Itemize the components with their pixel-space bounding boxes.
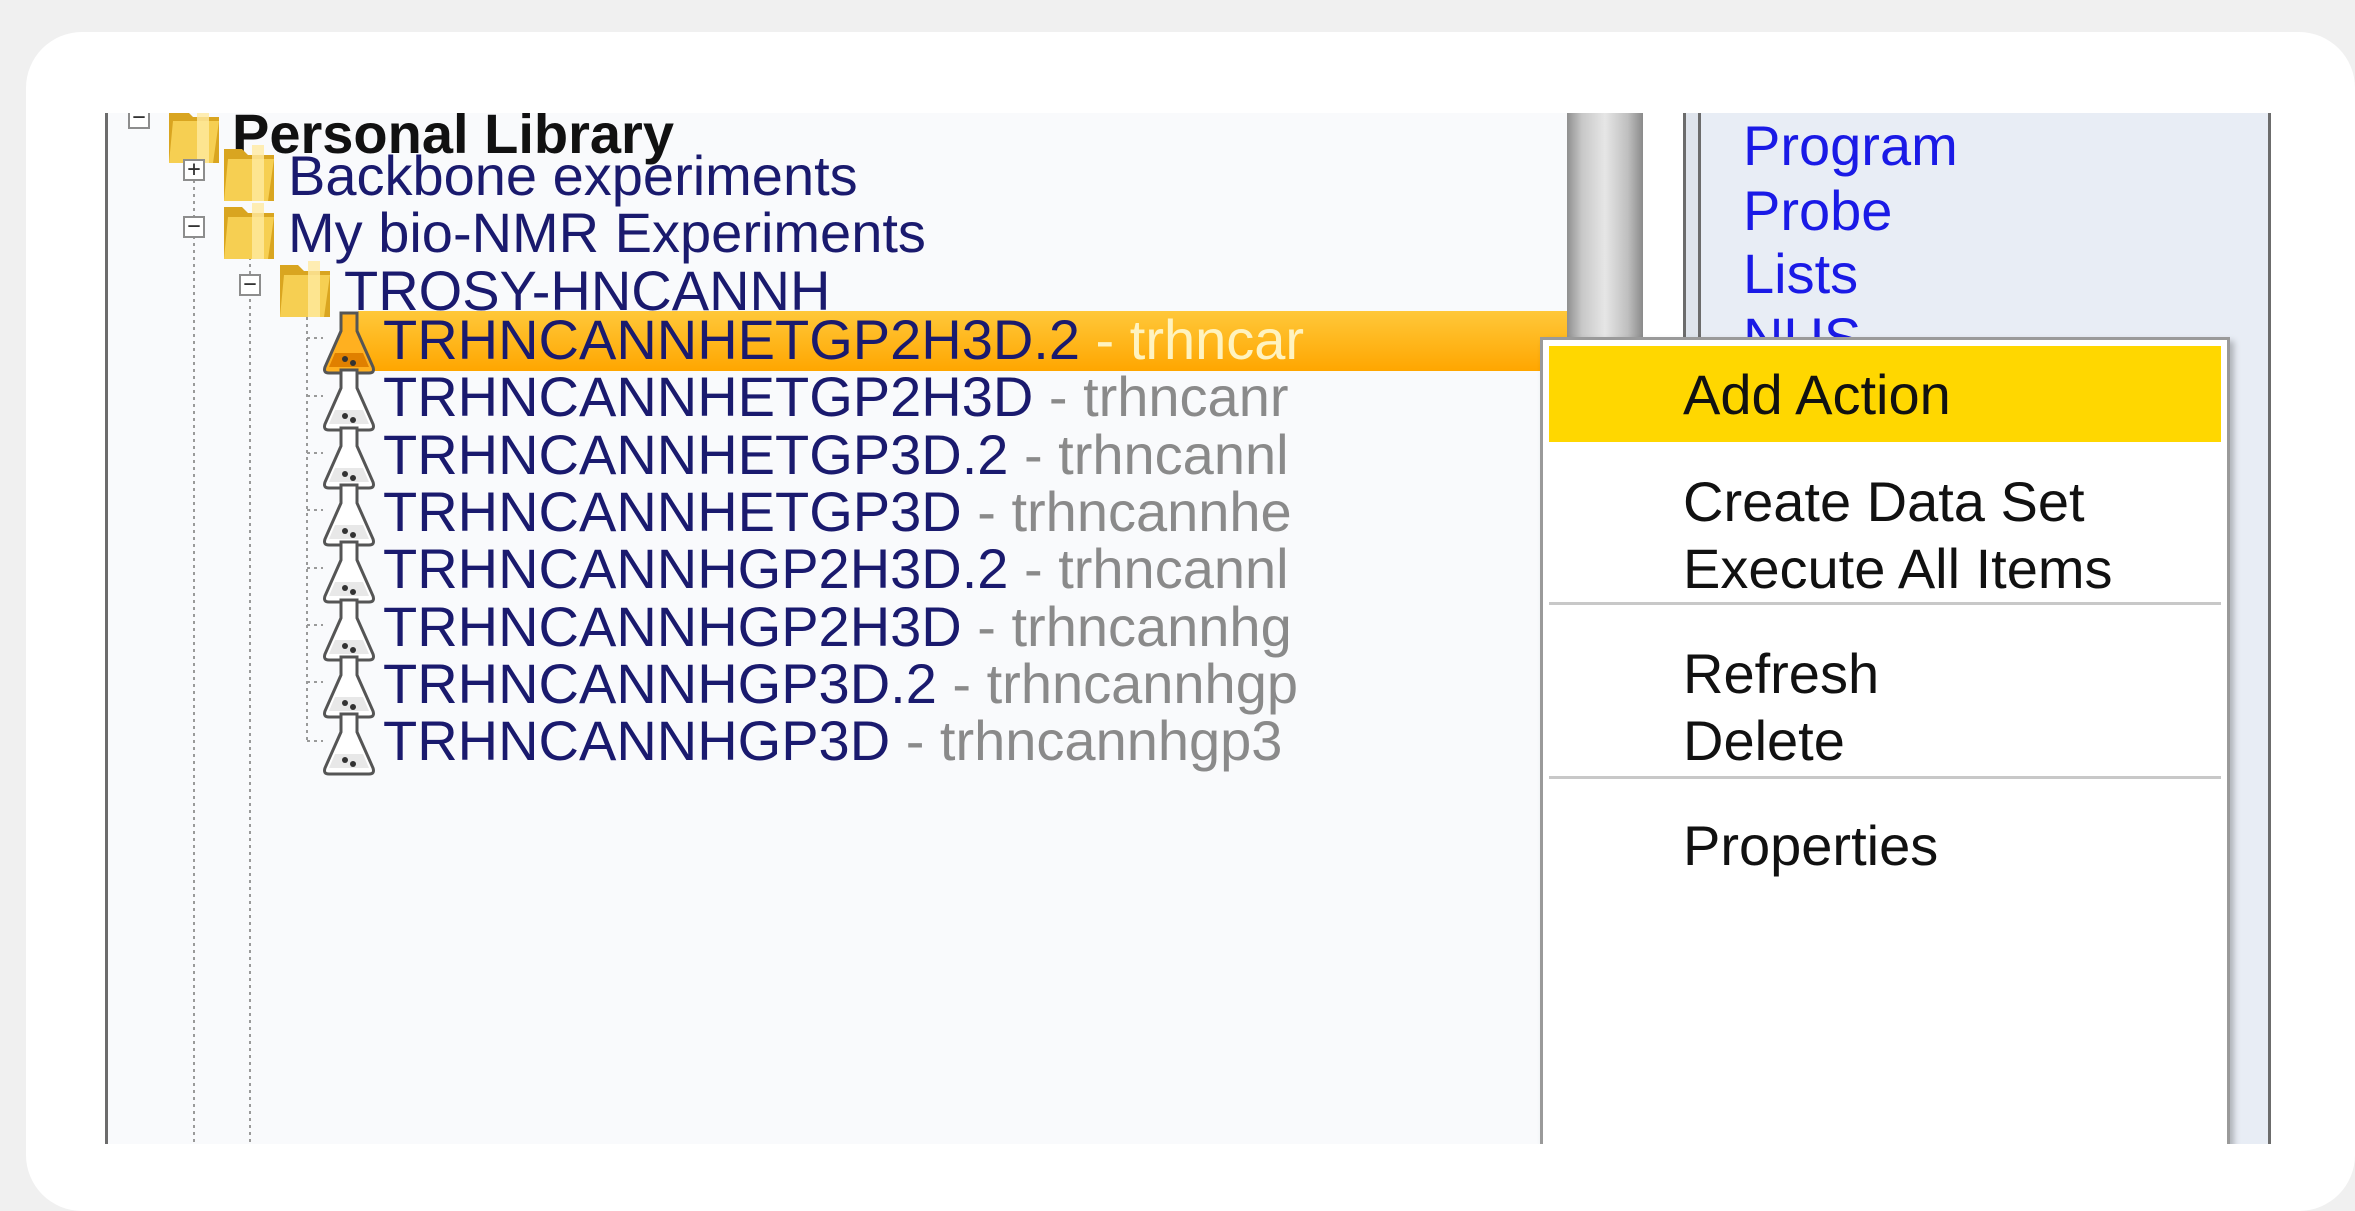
flask-icon (323, 712, 375, 776)
link-probe[interactable]: Probe (1743, 178, 1892, 243)
tree-experiment-item[interactable]: TRHNCANNHETGP3D - trhncannhe (383, 479, 1292, 544)
flask-icon (323, 540, 375, 604)
menu-item-properties[interactable]: Properties (1549, 797, 2221, 893)
tree-folder-backbone[interactable]: Backbone experiments (288, 143, 858, 208)
backbone-expand-toggle[interactable]: + (183, 159, 205, 181)
experiment-name: TRHNCANNHGP2H3D (383, 595, 962, 658)
tree-experiment-item[interactable]: TRHNCANNHETGP3D.2 - trhncannl (383, 422, 1289, 487)
tree-experiment-item[interactable]: TRHNCANNHETGP2H3D - trhncanr (383, 364, 1289, 429)
experiment-name: TRHNCANNHETGP3D.2 (383, 423, 1009, 486)
tree-folder-mybio[interactable]: My bio-NMR Experiments (288, 200, 926, 265)
experiment-description: - trhncanr (1033, 365, 1289, 428)
experiment-description: - trhncannhe (961, 480, 1292, 543)
link-program[interactable]: Program (1743, 113, 1958, 178)
menu-separator (1549, 776, 2221, 779)
mybio-collapse-toggle[interactable]: − (183, 216, 205, 238)
tree-experiment-item[interactable]: TRHNCANNHETGP2H3D.2 - trhncar (383, 307, 1304, 372)
tree-experiment-item[interactable]: TRHNCANNHGP2H3D - trhncannhg (383, 594, 1292, 659)
experiment-name: TRHNCANNHGP3D.2 (383, 652, 937, 715)
menu-item-add-action[interactable]: Add Action (1549, 346, 2221, 442)
experiment-name: TRHNCANNHETGP2H3D.2 (383, 308, 1080, 371)
link-lists[interactable]: Lists (1743, 241, 1858, 306)
experiment-description: - trhncannhg (961, 595, 1292, 658)
experiment-description: - trhncannhgp (936, 652, 1298, 715)
app-viewport: − Personal Library + Backbone experiment… (105, 113, 2285, 1144)
tree-experiment-item[interactable]: TRHNCANNHGP2H3D.2 - trhncannl (383, 536, 1289, 601)
experiment-name: TRHNCANNHETGP2H3D (383, 365, 1034, 428)
experiment-name: TRHNCANNHGP2H3D.2 (383, 537, 1009, 600)
trosy-collapse-toggle[interactable]: − (239, 274, 261, 296)
root-collapse-toggle[interactable]: − (128, 113, 150, 129)
experiment-description: - trhncannl (1008, 423, 1289, 486)
experiment-name: TRHNCANNHETGP3D (383, 480, 962, 543)
tree-experiment-item[interactable]: TRHNCANNHGP3D.2 - trhncannhgp (383, 651, 1298, 716)
experiment-description: - trhncannl (1008, 537, 1289, 600)
menu-separator (1549, 602, 2221, 605)
flask-icon (323, 368, 375, 432)
experiment-tree[interactable]: − Personal Library + Backbone experiment… (105, 113, 1570, 1144)
experiment-description: - trhncar (1080, 308, 1305, 371)
menu-item-delete[interactable]: Delete (1549, 692, 2221, 788)
experiment-name: TRHNCANNHGP3D (383, 709, 891, 772)
folder-icon (224, 203, 274, 259)
experiment-description: - trhncannhgp3 (890, 709, 1283, 772)
context-menu: Add Action Create Data Set Execute All I… (1540, 337, 2230, 1144)
tree-experiment-item[interactable]: TRHNCANNHGP3D - trhncannhgp3 (383, 708, 1282, 773)
